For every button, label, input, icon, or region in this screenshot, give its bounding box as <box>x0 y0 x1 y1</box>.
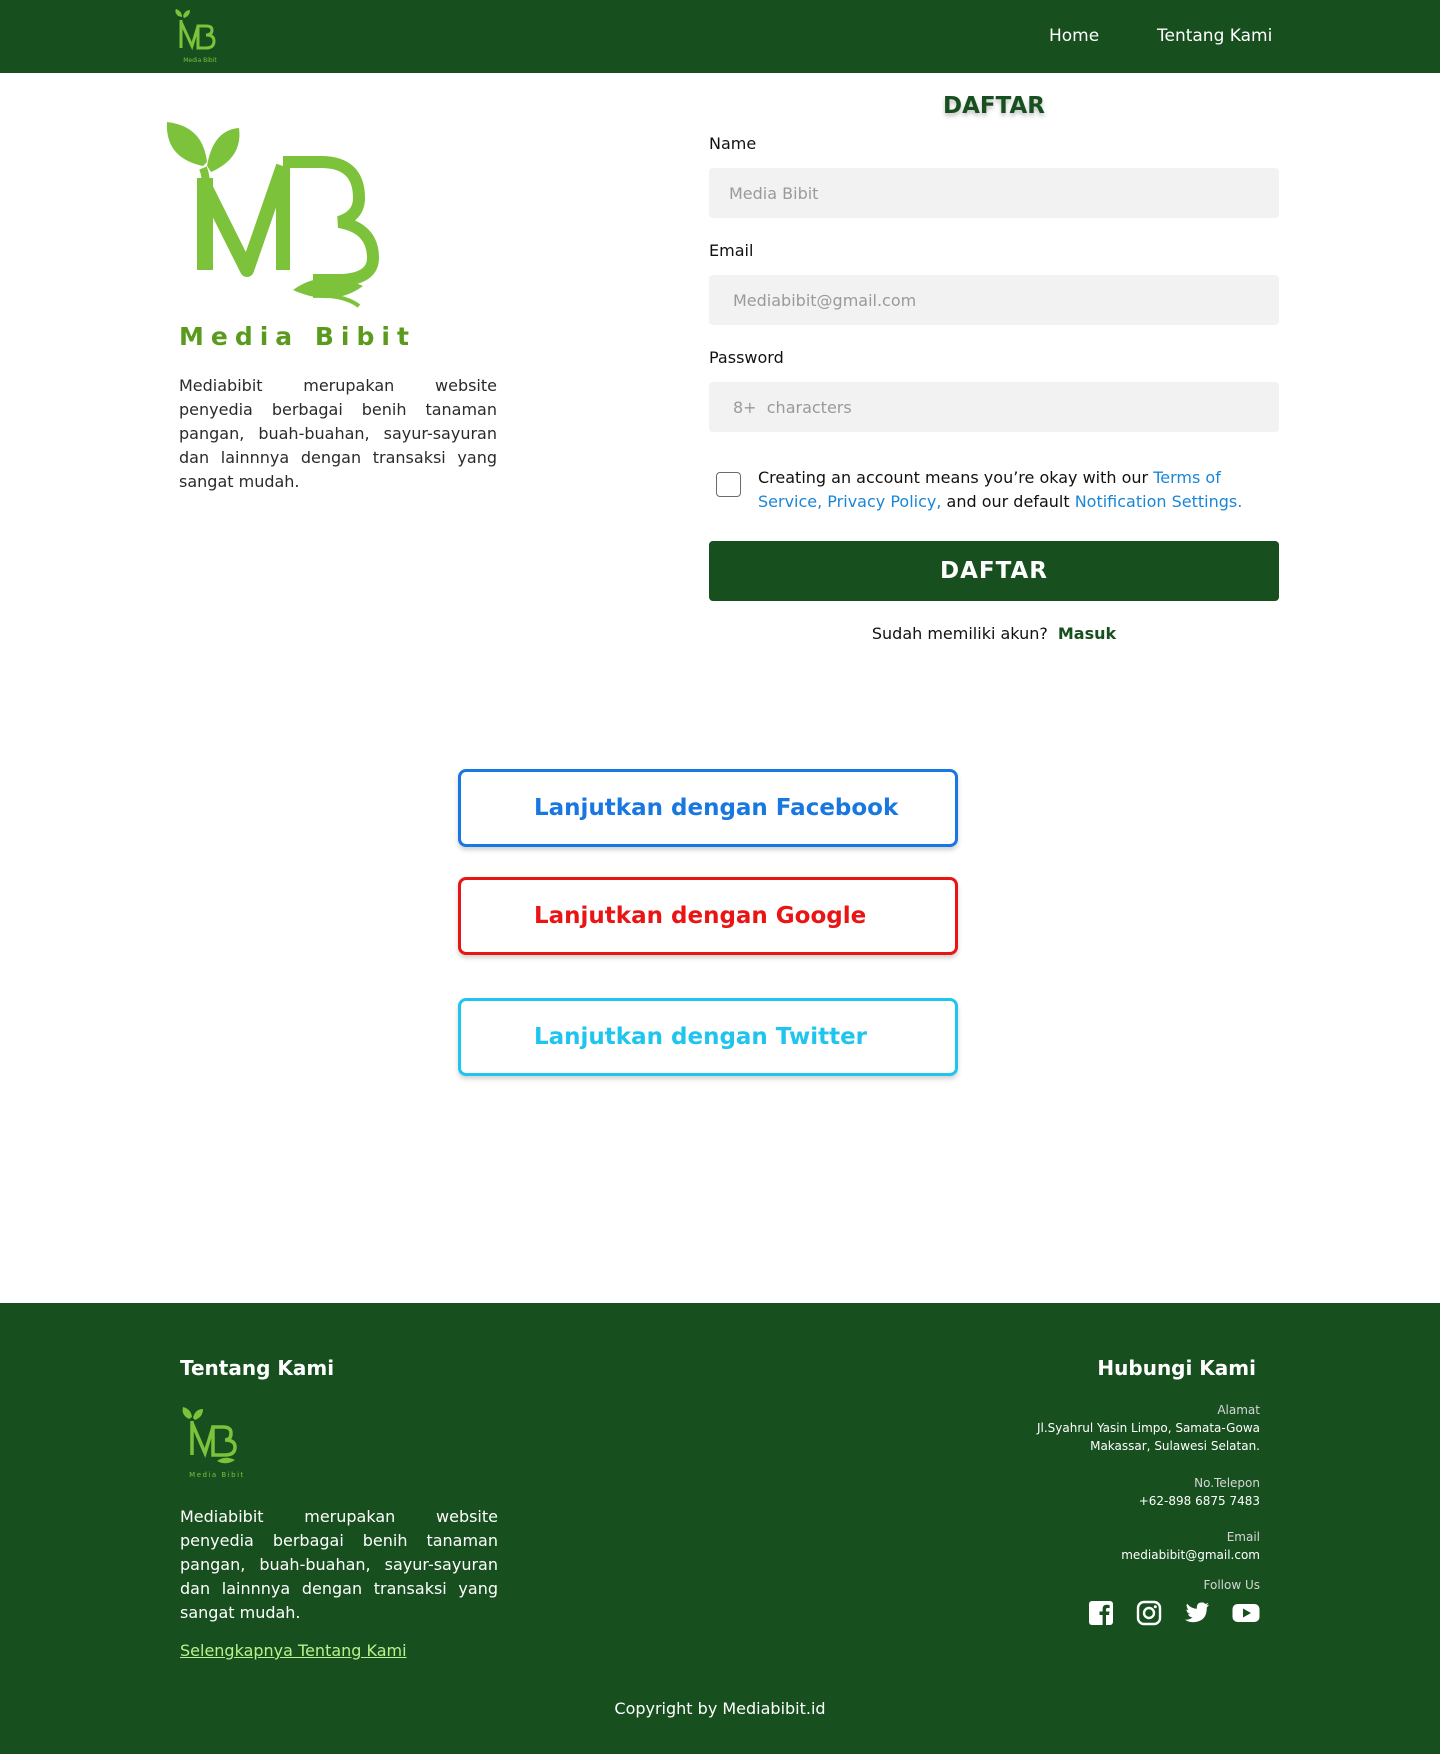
address-line1: Jl.Syahrul Yasin Limpo, Samata-Gowa <box>1036 1421 1260 1435</box>
footer: Tentang Kami Media Bibit Mediabibit meru… <box>0 1303 1440 1754</box>
footer-logo-text: Media Bibit <box>189 1471 245 1479</box>
google-login-button[interactable]: Lanjutkan dengan Google <box>458 877 958 955</box>
notification-settings-link[interactable]: Notification Settings. <box>1075 492 1243 511</box>
login-row: Sudah memiliki akun? Masuk <box>709 624 1279 643</box>
phone-label: No.Telepon <box>1194 1476 1260 1490</box>
twitter-login-button[interactable]: Lanjutkan dengan Twitter <box>458 998 958 1076</box>
footer-email-value: mediabibit@gmail.com <box>1121 1548 1260 1562</box>
footer-logo-icon: Media Bibit <box>182 1407 245 1479</box>
brand-description: Mediabibit merupakan website penyedia be… <box>179 376 497 491</box>
footer-more-link[interactable]: Selengkapnya Tentang Kami <box>180 1641 407 1660</box>
login-link[interactable]: Masuk <box>1058 624 1116 643</box>
footer-email-label: Email <box>1226 1530 1260 1544</box>
instagram-icon[interactable] <box>1136 1600 1162 1626</box>
copyright: Copyright by Mediabibit.id <box>614 1699 826 1718</box>
terms-text: Creating an account means you’re okay wi… <box>758 466 1278 514</box>
footer-description: Mediabibit merupakan website penyedia be… <box>180 1507 498 1622</box>
twitter-icon[interactable] <box>1184 1602 1210 1624</box>
address-line2: Makassar, Sulawesi Selatan. <box>1090 1439 1260 1453</box>
terms-prefix: Creating an account means you’re okay wi… <box>758 468 1154 487</box>
footer-contact-title: Hubungi Kami <box>1097 1356 1256 1380</box>
social-icons <box>1088 1599 1260 1627</box>
footer-about-title: Tentang Kami <box>180 1356 335 1380</box>
facebook-login-button[interactable]: Lanjutkan dengan Facebook <box>458 769 958 847</box>
name-label: Name <box>709 134 757 153</box>
password-label: Password <box>709 348 784 367</box>
follow-label: Follow Us <box>1203 1578 1261 1592</box>
address-label: Alamat <box>1217 1403 1260 1417</box>
terms-middle: and our default <box>941 492 1075 511</box>
header: Media Bibit Home Tentang Kami <box>0 0 1440 73</box>
nav-home[interactable]: Home <box>1049 26 1099 46</box>
login-prompt: Sudah memiliki akun? <box>871 624 1048 643</box>
logo-icon[interactable]: Media Bibit <box>172 8 228 64</box>
name-input[interactable] <box>709 168 1279 218</box>
address-value: Jl.Syahrul Yasin Limpo, Samata-Gowa Maka… <box>1000 1419 1260 1455</box>
email-label: Email <box>709 241 754 260</box>
brand-name: Media Bibit <box>179 322 416 351</box>
submit-button[interactable]: DAFTAR <box>709 541 1279 601</box>
terms-checkbox[interactable] <box>716 472 741 497</box>
nav-about[interactable]: Tentang Kami <box>1157 26 1272 46</box>
phone-value: +62-898 6875 7483 <box>1138 1494 1260 1508</box>
facebook-icon[interactable] <box>1088 1600 1114 1626</box>
form-title: DAFTAR <box>942 93 1046 119</box>
password-input[interactable] <box>709 382 1279 432</box>
youtube-icon[interactable] <box>1232 1603 1260 1623</box>
email-input[interactable] <box>709 275 1279 325</box>
header-logo-text: Media Bibit <box>183 57 217 64</box>
brand-logo-icon <box>166 122 380 308</box>
